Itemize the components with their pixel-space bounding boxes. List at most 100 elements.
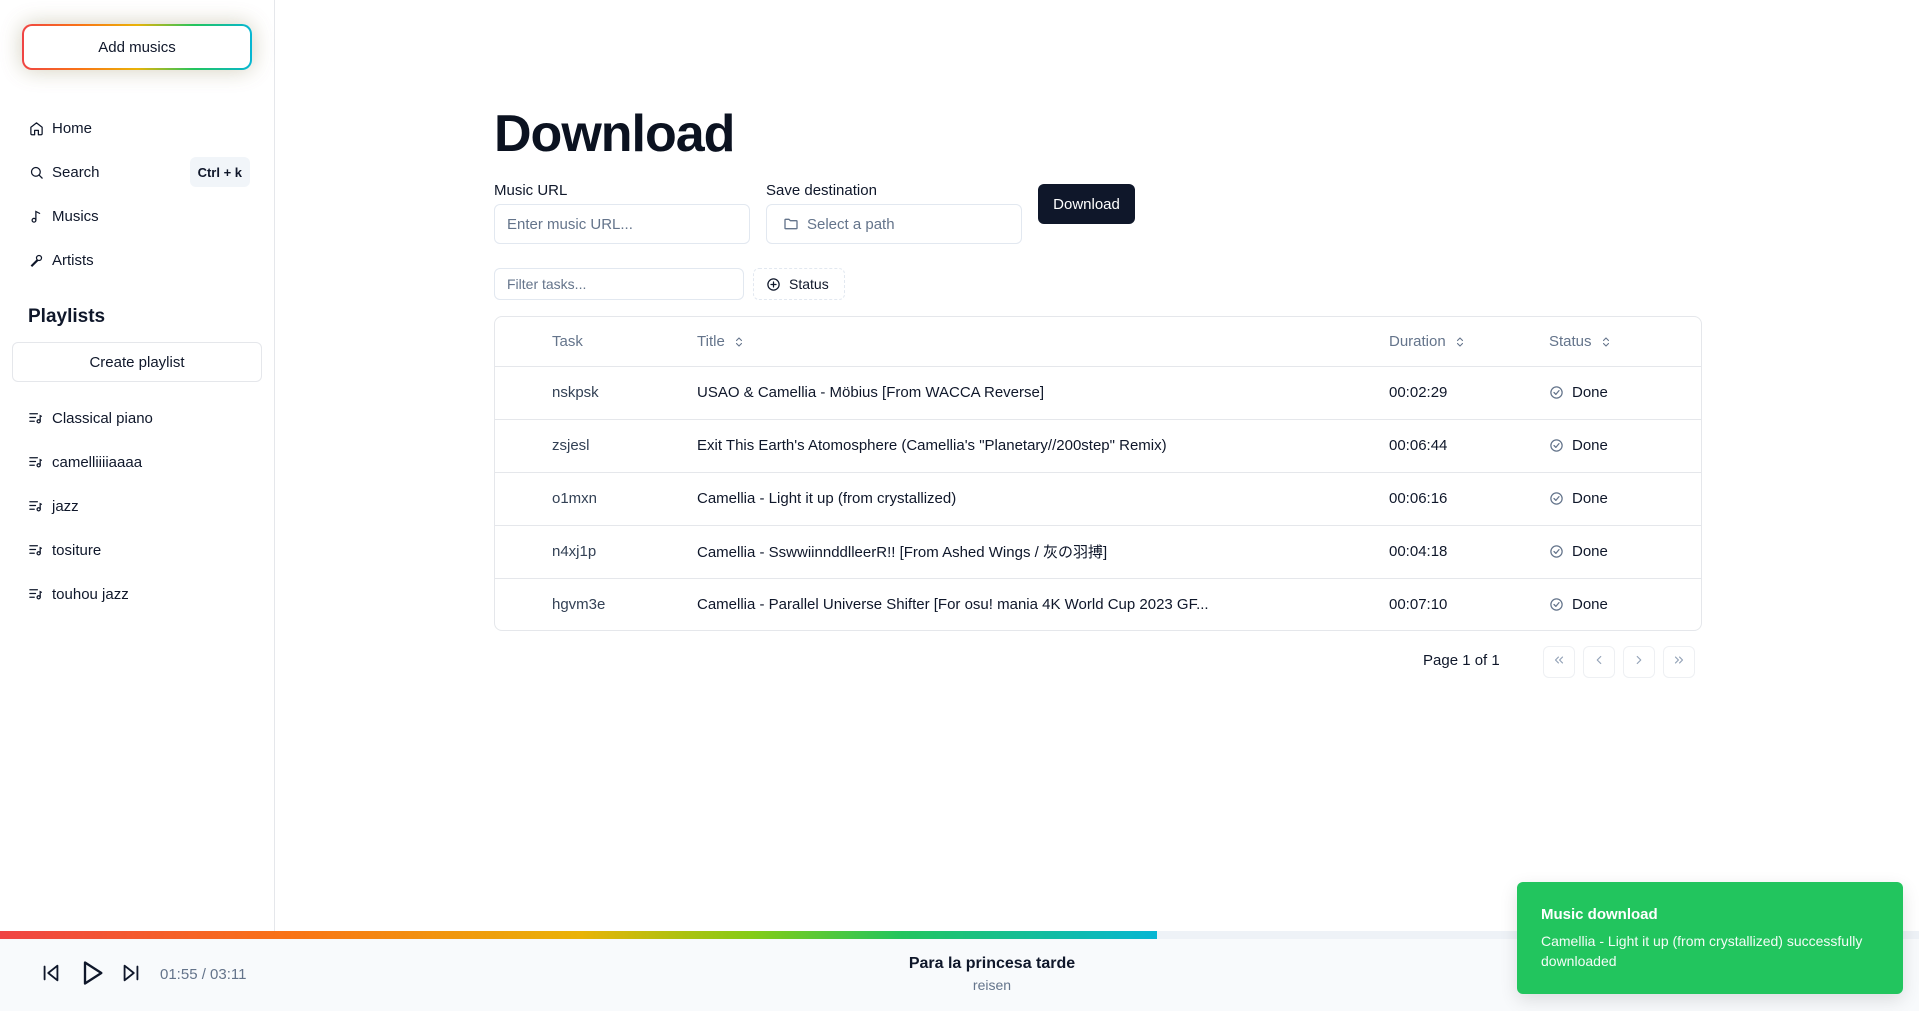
toast-message: Camellia - Light it up (from crystallize…	[1541, 933, 1863, 969]
sort-icon	[1454, 336, 1466, 348]
chevron-left-icon	[1592, 653, 1606, 672]
duration-cell: 00:06:16	[1389, 490, 1448, 507]
column-header-task: Task	[495, 317, 697, 366]
playlist-icon	[28, 542, 44, 558]
table-row[interactable]: nskpsk USAO & Camellia - Möbius [From WA…	[495, 366, 1701, 419]
check-circle-icon	[1549, 597, 1564, 612]
chevron-right-icon	[1632, 653, 1646, 672]
duration-cell: 00:06:44	[1389, 437, 1448, 454]
playlist-icon	[28, 454, 44, 470]
nav-item-label: Artists	[52, 251, 94, 269]
status-label: Done	[1572, 437, 1608, 454]
column-header-label: Task	[552, 332, 583, 350]
table-row[interactable]: hgvm3e Camellia - Parallel Universe Shif…	[495, 578, 1701, 630]
folder-icon	[783, 216, 799, 232]
playlists-heading: Playlists	[28, 306, 106, 327]
download-button[interactable]: Download	[1038, 184, 1135, 224]
music-url-input[interactable]	[494, 204, 750, 244]
create-playlist-button[interactable]: Create playlist	[12, 342, 262, 382]
task-id-cell: o1mxn	[552, 490, 598, 507]
nav-item-musics[interactable]: Musics	[28, 194, 248, 238]
column-header-status[interactable]: Status	[1549, 317, 1701, 366]
playlist-list: Classical piano camelliiiiaaaa jazz tosi…	[28, 396, 248, 616]
task-id-cell: n4xj1p	[552, 543, 597, 560]
playlist-icon	[28, 498, 44, 514]
duration-cell: 00:04:18	[1389, 543, 1448, 560]
check-circle-icon	[1549, 385, 1564, 400]
playlist-item[interactable]: Classical piano	[28, 396, 248, 440]
table-row[interactable]: o1mxn Camellia - Light it up (from cryst…	[495, 472, 1701, 525]
title-cell: Exit This Earth's Atomosphere (Camellia'…	[697, 437, 1167, 454]
nav-item-search[interactable]: Search Ctrl + k	[28, 150, 250, 194]
status-label: Done	[1572, 596, 1608, 614]
task-id-cell: zsjesl	[552, 437, 590, 454]
playlist-label: jazz	[52, 497, 79, 515]
nav-item-label: Home	[52, 119, 93, 137]
page-title: Download	[494, 105, 735, 163]
search-shortcut-badge: Ctrl + k	[189, 157, 250, 187]
playback-progress-fill	[0, 931, 1158, 939]
title-cell: Camellia - Parallel Universe Shifter [Fo…	[697, 596, 1209, 614]
status-filter-label: Status	[789, 276, 829, 292]
music-url-label: Music URL	[494, 182, 568, 199]
status-label: Done	[1572, 490, 1608, 507]
table-row[interactable]: n4xj1p Camellia - SswwiinnddlleerR!! [Fr…	[495, 525, 1701, 578]
column-header-label: Status	[1549, 332, 1592, 350]
playlist-icon	[28, 586, 44, 602]
table-row[interactable]: zsjesl Exit This Earth's Atomosphere (Ca…	[495, 419, 1701, 472]
playlist-item[interactable]: jazz	[28, 484, 248, 528]
music-note-icon	[28, 208, 44, 224]
plus-circle-icon	[766, 277, 781, 292]
check-circle-icon	[1549, 438, 1564, 453]
column-header-duration[interactable]: Duration	[1389, 317, 1549, 366]
playlist-label: touhou jazz	[52, 585, 129, 603]
table-header-row: Task Title Duration Status	[495, 317, 1701, 366]
toast-title: Music download	[1541, 906, 1658, 923]
column-header-title[interactable]: Title	[697, 317, 1389, 366]
sort-icon	[1600, 336, 1612, 348]
status-cell: Done	[1549, 578, 1701, 630]
status-cell: Done	[1549, 366, 1701, 419]
search-icon	[28, 164, 44, 180]
main-nav: Home Search Ctrl + k Musics Artists	[28, 106, 250, 282]
previous-page-button[interactable]	[1583, 646, 1615, 678]
playlist-item[interactable]: touhou jazz	[28, 572, 248, 616]
nav-item-label: Musics	[52, 207, 99, 225]
nav-item-home[interactable]: Home	[28, 106, 248, 150]
playlist-icon	[28, 410, 44, 426]
task-id-cell: nskpsk	[552, 384, 599, 401]
title-cell: Camellia - SswwiinnddlleerR!! [From Ashe…	[697, 544, 1108, 561]
tasks-table: Task Title Duration Status nskpsk USAO &…	[494, 316, 1702, 631]
sort-icon	[733, 336, 745, 348]
add-musics-button-border: Add musics	[22, 24, 252, 70]
next-page-button[interactable]	[1623, 646, 1655, 678]
microphone-icon	[28, 252, 44, 268]
save-destination-picker[interactable]: Select a path	[766, 204, 1022, 244]
title-cell: USAO & Camellia - Möbius [From WACCA Rev…	[697, 384, 1045, 401]
nav-item-artists[interactable]: Artists	[28, 238, 248, 282]
duration-cell: 00:02:29	[1389, 384, 1448, 401]
playlist-label: tositure	[52, 541, 102, 559]
chevrons-left-icon	[1552, 653, 1566, 672]
status-filter-button[interactable]: Status	[753, 268, 845, 300]
playlist-label: camelliiiiaaaa	[52, 453, 143, 471]
home-icon	[28, 120, 44, 136]
column-header-label: Title	[697, 332, 725, 350]
toast-notification[interactable]: Music download Camellia - Light it up (f…	[1517, 882, 1903, 994]
first-page-button[interactable]	[1543, 646, 1575, 678]
duration-cell: 00:07:10	[1389, 596, 1448, 614]
nav-item-label: Search	[52, 163, 100, 181]
status-label: Done	[1572, 543, 1608, 560]
add-musics-button[interactable]: Add musics	[24, 26, 250, 68]
playlist-label: Classical piano	[52, 409, 153, 427]
check-circle-icon	[1549, 544, 1564, 559]
task-id-cell: hgvm3e	[552, 596, 606, 614]
save-destination-placeholder: Select a path	[807, 215, 895, 233]
status-cell: Done	[1549, 472, 1701, 525]
last-page-button[interactable]	[1663, 646, 1695, 678]
playlist-item[interactable]: camelliiiiaaaa	[28, 440, 248, 484]
playlist-item[interactable]: tositure	[28, 528, 248, 572]
status-cell: Done	[1549, 419, 1701, 472]
check-circle-icon	[1549, 491, 1564, 506]
filter-tasks-input[interactable]	[494, 268, 744, 300]
